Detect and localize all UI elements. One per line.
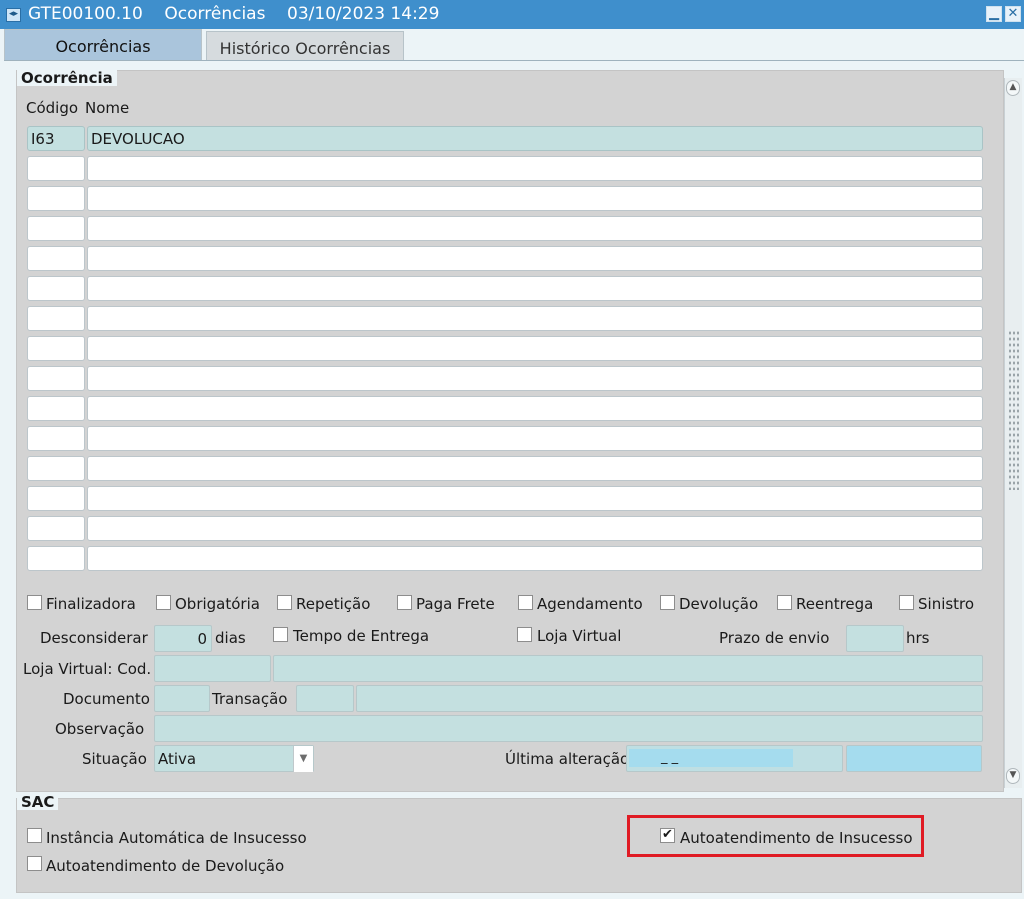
codigo-cell[interactable] bbox=[27, 426, 85, 451]
nome-cell[interactable] bbox=[87, 216, 983, 241]
documento-input[interactable] bbox=[154, 685, 210, 712]
codigo-cell[interactable] bbox=[27, 366, 85, 391]
repeticao-checkbox[interactable] bbox=[277, 595, 292, 610]
transacao-name-input[interactable] bbox=[356, 685, 983, 712]
devolucao-label: Devolução bbox=[679, 595, 759, 613]
codigo-cell[interactable] bbox=[27, 216, 85, 241]
observacao-input[interactable] bbox=[154, 715, 983, 742]
minimize-icon[interactable]: ▁ bbox=[986, 6, 1002, 22]
agendamento-label: Agendamento bbox=[537, 595, 643, 613]
paga-frete-label: Paga Frete bbox=[416, 595, 495, 613]
finalizadora-checkbox[interactable] bbox=[27, 595, 42, 610]
chevron-down-icon[interactable]: ▼ bbox=[293, 746, 313, 772]
codigo-cell[interactable] bbox=[27, 486, 85, 511]
desconsiderar-label: Desconsiderar bbox=[40, 629, 148, 647]
repeticao-label: Repetição bbox=[296, 595, 371, 613]
nome-cell[interactable] bbox=[87, 156, 983, 181]
codigo-cell[interactable] bbox=[27, 186, 85, 211]
nome-cell[interactable] bbox=[87, 516, 983, 541]
loja-virtual-name-input[interactable] bbox=[273, 655, 983, 682]
documento-label: Documento bbox=[63, 690, 150, 708]
sinistro-label: Sinistro bbox=[918, 595, 975, 613]
paga-frete-checkbox[interactable] bbox=[397, 595, 412, 610]
nome-cell[interactable] bbox=[87, 336, 983, 361]
codigo-cell[interactable] bbox=[27, 336, 85, 361]
scroll-up-icon[interactable]: ▲ bbox=[1006, 80, 1020, 96]
obrigatoria-checkbox[interactable] bbox=[156, 595, 171, 610]
reentrega-label: Reentrega bbox=[796, 595, 874, 613]
codigo-cell[interactable] bbox=[27, 306, 85, 331]
codigo-cell[interactable] bbox=[27, 246, 85, 271]
codigo-cell[interactable] bbox=[27, 516, 85, 541]
autoatendimento-insucesso-checkbox[interactable]: ✔ bbox=[660, 828, 675, 843]
nome-cell[interactable] bbox=[87, 486, 983, 511]
autoatendimento-devolucao-checkbox[interactable] bbox=[27, 856, 42, 871]
loja-virtual-cod-label: Loja Virtual: Cod. bbox=[23, 660, 152, 678]
obrigatoria-label: Obrigatória bbox=[175, 595, 260, 613]
codigo-cell[interactable] bbox=[27, 546, 85, 571]
observacao-label: Observação bbox=[55, 720, 145, 738]
codigo-cell[interactable] bbox=[27, 156, 85, 181]
nome-cell[interactable] bbox=[87, 186, 983, 211]
autoatendimento-insucesso-label: Autoatendimento de Insucesso bbox=[680, 829, 913, 847]
tab-historico-ocorrencias[interactable]: Histórico Ocorrências bbox=[206, 31, 404, 61]
codigo-cell[interactable] bbox=[27, 456, 85, 481]
scroll-down-icon[interactable]: ▼ bbox=[1006, 768, 1020, 784]
loja-virtual-label: Loja Virtual bbox=[537, 627, 622, 645]
col-header-codigo: Código bbox=[26, 99, 79, 117]
ocorrencia-group-title: Ocorrência bbox=[17, 70, 117, 86]
app-form-icon[interactable]: ◂▸ bbox=[6, 8, 21, 22]
loja-virtual-checkbox[interactable] bbox=[517, 627, 532, 642]
nome-cell[interactable] bbox=[87, 276, 983, 301]
nome-cell[interactable] bbox=[87, 366, 983, 391]
ultima-alteracao-label: Última alteração bbox=[505, 750, 630, 768]
transacao-code-input[interactable] bbox=[296, 685, 354, 712]
window-title: GTE00100.10 Ocorrências 03/10/2023 14:29 bbox=[28, 4, 440, 24]
finalizadora-label: Finalizadora bbox=[46, 595, 136, 613]
prazo-envio-unit: hrs bbox=[906, 629, 930, 647]
prazo-envio-label: Prazo de envio bbox=[719, 629, 830, 647]
instancia-label: Instância Automática de Insucesso bbox=[46, 829, 307, 847]
nome-cell[interactable] bbox=[87, 396, 983, 421]
nome-cell[interactable] bbox=[87, 456, 983, 481]
transacao-label: Transação bbox=[212, 690, 288, 708]
nome-cell[interactable] bbox=[87, 306, 983, 331]
codigo-cell[interactable] bbox=[27, 276, 85, 301]
desconsiderar-input[interactable]: 0 bbox=[154, 625, 212, 652]
col-header-nome: Nome bbox=[85, 99, 130, 117]
desconsiderar-unit: dias bbox=[215, 629, 246, 647]
tab-ocorrencias[interactable]: Ocorrências bbox=[4, 29, 202, 61]
scroll-grip[interactable] bbox=[1008, 330, 1020, 490]
tempo-entrega-label: Tempo de Entrega bbox=[293, 627, 430, 645]
agendamento-checkbox[interactable] bbox=[518, 595, 533, 610]
nome-cell[interactable] bbox=[87, 426, 983, 451]
instancia-checkbox[interactable] bbox=[27, 828, 42, 843]
situacao-select[interactable]: Ativa bbox=[154, 745, 314, 772]
nome-cell[interactable] bbox=[87, 246, 983, 271]
nome-cell[interactable]: DEVOLUCAO bbox=[87, 126, 983, 151]
ultima-alteracao-user-value: _ _ bbox=[629, 749, 793, 767]
prazo-envio-input[interactable] bbox=[846, 625, 904, 652]
sac-group-title: SAC bbox=[17, 794, 59, 810]
codigo-cell[interactable]: I63 bbox=[27, 126, 85, 151]
situacao-label: Situação bbox=[82, 750, 147, 768]
loja-virtual-code-input[interactable] bbox=[154, 655, 271, 682]
ultima-alteracao-user: _ _ bbox=[626, 745, 843, 772]
sinistro-checkbox[interactable] bbox=[899, 595, 914, 610]
reentrega-checkbox[interactable] bbox=[777, 595, 792, 610]
autoatendimento-devolucao-label: Autoatendimento de Devolução bbox=[46, 857, 285, 875]
ultima-alteracao-date bbox=[846, 745, 982, 772]
tempo-entrega-checkbox[interactable] bbox=[273, 627, 288, 642]
close-icon[interactable]: ✕ bbox=[1005, 6, 1021, 22]
nome-cell[interactable] bbox=[87, 546, 983, 571]
tab-strip: Ocorrências Histórico Ocorrências bbox=[0, 29, 1024, 61]
codigo-cell[interactable] bbox=[27, 396, 85, 421]
devolucao-checkbox[interactable] bbox=[660, 595, 675, 610]
